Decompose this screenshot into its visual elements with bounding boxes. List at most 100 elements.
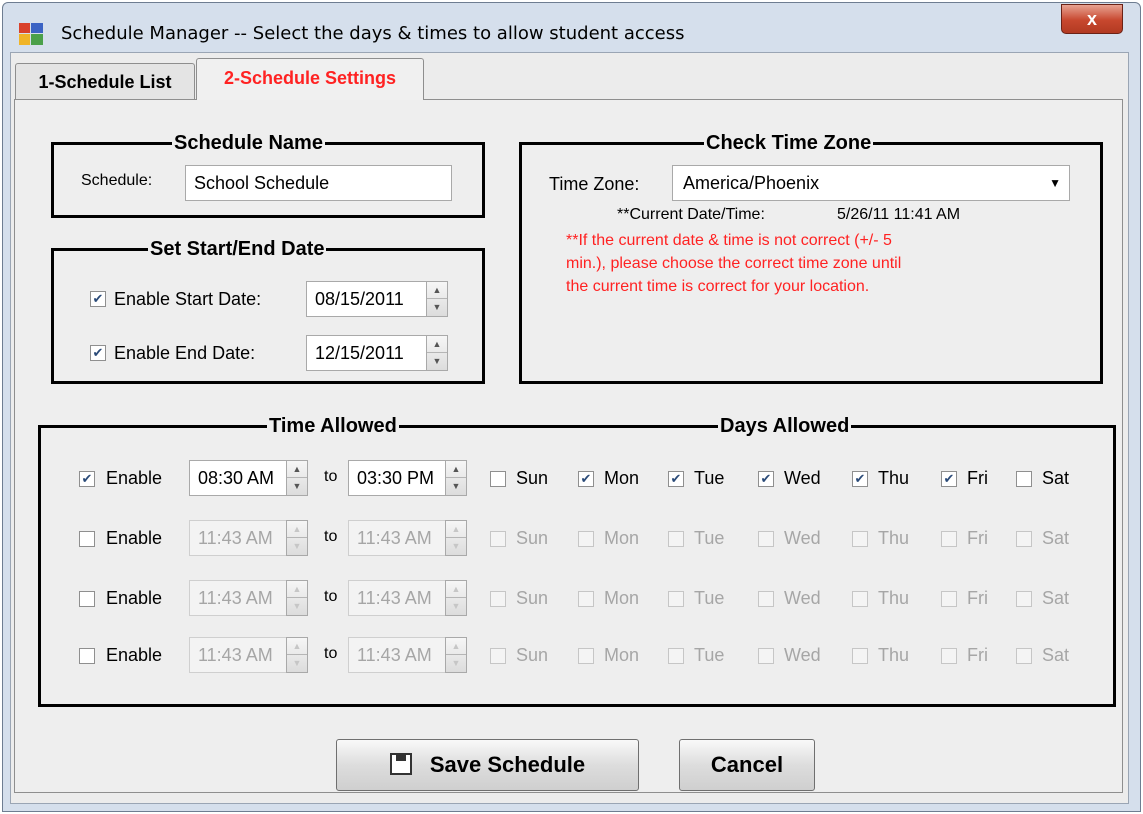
enable-row-label: Enable: [106, 588, 163, 608]
day-label-sun: Sun: [516, 645, 549, 665]
end-time-spinner[interactable]: ▲ ▼: [445, 637, 467, 673]
enable-row-checkbox[interactable]: [79, 531, 95, 547]
day-checkbox-sun[interactable]: [490, 531, 506, 547]
tab-schedule-settings[interactable]: 2-Schedule Settings: [196, 58, 424, 100]
enable-end-date-checkbox[interactable]: ✔: [90, 345, 106, 361]
start-time-input[interactable]: 11:43 AM: [189, 520, 287, 556]
end-time-input[interactable]: 11:43 AM: [348, 637, 446, 673]
day-checkbox-tue[interactable]: [668, 591, 684, 607]
day-checkbox-fri[interactable]: [941, 648, 957, 664]
day-checkbox-wed[interactable]: [758, 531, 774, 547]
start-time-input[interactable]: 08:30 AM: [189, 460, 287, 496]
day-checkbox-thu[interactable]: ✔: [852, 471, 868, 487]
current-datetime-value: 5/26/11 11:41 AM: [837, 206, 961, 223]
enable-end-date-label: Enable End Date:: [114, 343, 256, 363]
end-time-spinner[interactable]: ▲ ▼: [445, 580, 467, 616]
day-label-thu: Thu: [878, 468, 910, 488]
day-label-sun: Sun: [516, 528, 549, 548]
day-label-mon: Mon: [604, 645, 640, 665]
end-time-spinner[interactable]: ▲ ▼: [445, 520, 467, 556]
tab-schedule-list[interactable]: 1-Schedule List: [15, 63, 195, 99]
time-zone-warning-line-2: min.), please choose the correct time zo…: [566, 255, 902, 272]
save-schedule-button[interactable]: Save Schedule: [336, 739, 639, 791]
floppy-disk-icon: [389, 753, 412, 775]
schedule-field-label: Schedule:: [81, 172, 153, 189]
time-allowed-title: Time Allowed: [267, 414, 399, 438]
day-checkbox-mon[interactable]: [578, 648, 594, 664]
day-label-wed: Wed: [784, 645, 821, 665]
dropdown-arrow-icon: ▼: [1049, 176, 1061, 190]
day-label-thu: Thu: [878, 588, 910, 608]
enable-row-label: Enable: [106, 645, 163, 665]
day-label-wed: Wed: [784, 468, 821, 488]
end-date-input[interactable]: 12/15/2011: [306, 335, 427, 371]
day-label-tue: Tue: [694, 588, 725, 608]
day-label-tue: Tue: [694, 645, 725, 665]
day-checkbox-sat[interactable]: [1016, 471, 1032, 487]
start-date-input[interactable]: 08/15/2011: [306, 281, 427, 317]
day-label-fri: Fri: [967, 528, 988, 548]
day-checkbox-mon[interactable]: ✔: [578, 471, 594, 487]
day-label-fri: Fri: [967, 645, 988, 665]
day-checkbox-sat[interactable]: [1016, 648, 1032, 664]
start-time-spinner[interactable]: ▲ ▼: [286, 580, 308, 616]
day-checkbox-wed[interactable]: [758, 648, 774, 664]
day-checkbox-tue[interactable]: ✔: [668, 471, 684, 487]
app-icon: [19, 23, 43, 45]
title-bar: Schedule Manager -- Select the days & ti…: [3, 3, 1140, 55]
schedule-name-title: Schedule Name: [172, 131, 325, 155]
enable-row-checkbox[interactable]: [79, 591, 95, 607]
time-zone-title: Check Time Zone: [704, 131, 874, 155]
day-checkbox-sat[interactable]: [1016, 591, 1032, 607]
to-label: to: [324, 528, 338, 545]
day-checkbox-fri[interactable]: [941, 531, 957, 547]
end-time-input[interactable]: 03:30 PM: [348, 460, 446, 496]
day-label-mon: Mon: [604, 588, 640, 608]
start-time-input[interactable]: 11:43 AM: [189, 637, 287, 673]
day-label-tue: Tue: [694, 468, 725, 488]
day-checkbox-fri[interactable]: ✔: [941, 471, 957, 487]
cancel-button[interactable]: Cancel: [679, 739, 815, 791]
day-checkbox-thu[interactable]: [852, 531, 868, 547]
day-checkbox-sun[interactable]: [490, 471, 506, 487]
day-label-sat: Sat: [1042, 468, 1070, 488]
day-checkbox-thu[interactable]: [852, 648, 868, 664]
days-allowed-title: Days Allowed: [718, 414, 852, 438]
day-label-sat: Sat: [1042, 645, 1070, 665]
day-checkbox-fri[interactable]: [941, 591, 957, 607]
day-checkbox-tue[interactable]: [668, 531, 684, 547]
day-checkbox-wed[interactable]: [758, 591, 774, 607]
end-time-input[interactable]: 11:43 AM: [348, 580, 446, 616]
day-checkbox-tue[interactable]: [668, 648, 684, 664]
day-checkbox-wed[interactable]: ✔: [758, 471, 774, 487]
day-label-sat: Sat: [1042, 588, 1070, 608]
day-checkbox-thu[interactable]: [852, 591, 868, 607]
enable-row-checkbox[interactable]: [79, 648, 95, 664]
window-title: Schedule Manager -- Select the days & ti…: [61, 23, 685, 44]
enable-start-date-label: Enable Start Date:: [114, 289, 262, 309]
start-time-spinner[interactable]: ▲ ▼: [286, 520, 308, 556]
enable-start-date-checkbox[interactable]: ✔: [90, 291, 106, 307]
end-time-spinner[interactable]: ▲ ▼: [445, 460, 467, 496]
day-label-sun: Sun: [516, 588, 549, 608]
day-label-fri: Fri: [967, 468, 988, 488]
day-checkbox-sun[interactable]: [490, 591, 506, 607]
start-date-spinner[interactable]: ▲ ▼: [426, 281, 448, 317]
end-time-input[interactable]: 11:43 AM: [348, 520, 446, 556]
schedule-name-input[interactable]: School Schedule: [185, 165, 452, 201]
start-time-spinner[interactable]: ▲ ▼: [286, 637, 308, 673]
close-button[interactable]: x: [1061, 4, 1123, 34]
enable-row-checkbox[interactable]: ✔: [79, 471, 95, 487]
start-time-spinner[interactable]: ▲ ▼: [286, 460, 308, 496]
day-checkbox-sat[interactable]: [1016, 531, 1032, 547]
day-checkbox-sun[interactable]: [490, 648, 506, 664]
time-zone-select[interactable]: America/Phoenix ▼: [672, 165, 1070, 201]
day-label-wed: Wed: [784, 588, 821, 608]
to-label: to: [324, 588, 338, 605]
day-checkbox-mon[interactable]: [578, 531, 594, 547]
day-checkbox-mon[interactable]: [578, 591, 594, 607]
current-datetime-label: **Current Date/Time:: [617, 206, 765, 223]
enable-row-label: Enable: [106, 468, 163, 488]
start-time-input[interactable]: 11:43 AM: [189, 580, 287, 616]
end-date-spinner[interactable]: ▲ ▼: [426, 335, 448, 371]
